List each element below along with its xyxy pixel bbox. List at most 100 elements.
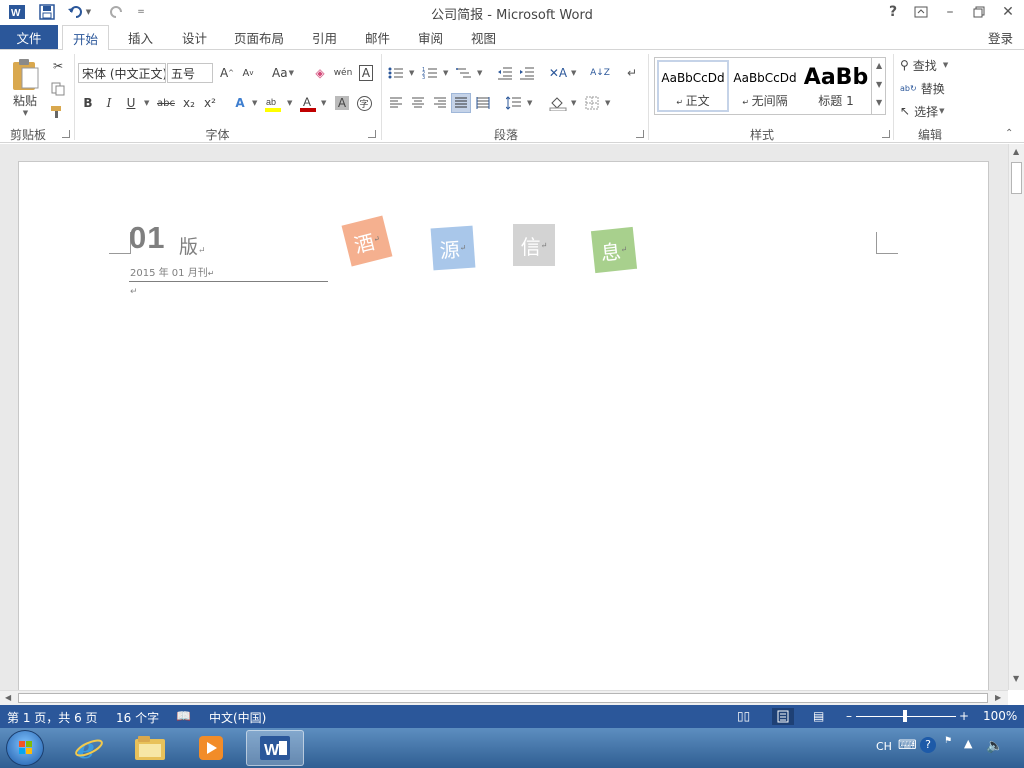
tab-file[interactable]: 文件 (0, 25, 58, 49)
chevron-down-icon[interactable]: ▼ (443, 69, 448, 77)
style-heading-1[interactable]: AaBb 标题 1 (801, 60, 871, 112)
align-center-icon[interactable] (408, 93, 428, 113)
start-button[interactable] (6, 730, 44, 766)
sort-icon[interactable]: A↓Z (590, 63, 610, 83)
bullets-icon[interactable] (386, 63, 406, 83)
proofing-icon[interactable]: 📖 (176, 709, 191, 723)
more-styles-icon[interactable]: ▼ (876, 98, 882, 107)
chevron-down-icon[interactable]: ▼ (144, 99, 149, 107)
text-effects-icon[interactable]: A (230, 93, 250, 113)
help-button[interactable]: ? (880, 2, 906, 22)
print-layout-icon[interactable] (772, 708, 794, 725)
zoom-out-icon[interactable]: – (846, 709, 852, 723)
chevron-down-icon[interactable]: ▼ (527, 99, 532, 107)
line-spacing-icon[interactable] (504, 93, 524, 113)
zoom-slider-thumb[interactable] (903, 710, 907, 722)
grow-font-icon[interactable]: A ^ (217, 63, 237, 83)
asian-layout-icon[interactable]: ✕A (548, 63, 568, 83)
horizontal-scrollbar[interactable]: ◀ ▶ (0, 690, 1008, 705)
numbering-icon[interactable]: 123 (420, 63, 440, 83)
scroll-down-icon[interactable]: ▼ (876, 80, 882, 89)
strikethrough-button[interactable]: abc (153, 93, 179, 113)
tab-references[interactable]: 引用 (302, 25, 347, 49)
tab-review[interactable]: 审阅 (408, 25, 453, 49)
font-launcher-icon[interactable] (368, 130, 376, 138)
chevron-down-icon[interactable]: ▼ (409, 69, 414, 77)
show-hidden-icons[interactable]: ▲ (964, 737, 972, 750)
font-color-icon[interactable]: A (298, 93, 318, 113)
web-layout-icon[interactable]: ▤ (813, 709, 824, 723)
bold-button[interactable]: B (78, 93, 98, 113)
zoom-level[interactable]: 100% (983, 709, 1017, 723)
justify-icon[interactable] (451, 93, 471, 113)
tab-page-layout[interactable]: 页面布局 (224, 25, 294, 49)
read-mode-icon[interactable]: ▯▯ (737, 709, 750, 723)
file-explorer-icon[interactable] (121, 730, 179, 766)
style-no-spacing[interactable]: AaBbCcDd ↵ 无间隔 (729, 60, 801, 112)
select-button[interactable]: ↖ 选择 ▼ (900, 101, 944, 121)
chevron-down-icon[interactable]: ▼ (321, 99, 326, 107)
shrink-font-icon[interactable]: Av (238, 63, 258, 83)
media-player-icon[interactable] (182, 730, 240, 766)
word-taskbar-icon[interactable]: W (246, 730, 304, 766)
distributed-icon[interactable] (473, 93, 493, 113)
zoom-in-icon[interactable]: + (959, 709, 969, 723)
ribbon-display-options-button[interactable] (908, 2, 934, 22)
highlight-color-icon[interactable]: ab (263, 93, 283, 113)
style-normal[interactable]: AaBbCcDd ↵ 正文 (657, 60, 729, 112)
align-left-icon[interactable] (386, 93, 406, 113)
format-painter-icon[interactable] (48, 102, 68, 122)
character-shading-icon[interactable]: A (332, 93, 352, 113)
scroll-thumb[interactable] (18, 693, 988, 703)
tab-home[interactable]: 开始 (62, 25, 110, 50)
subscript-button[interactable]: x₂ (179, 93, 199, 113)
underline-button[interactable]: U (121, 93, 141, 113)
clear-formatting-icon[interactable]: ◈ (310, 63, 330, 83)
show-formatting-marks-icon[interactable]: ↵ (622, 63, 642, 83)
page-count[interactable]: 第 1 页，共 6 页 (7, 709, 98, 726)
chevron-down-icon[interactable]: ▼ (605, 99, 610, 107)
paragraph-launcher-icon[interactable] (636, 130, 644, 138)
volume-icon[interactable]: 🔈 (986, 738, 1003, 754)
borders-icon[interactable] (582, 93, 602, 113)
scroll-right-icon[interactable]: ▶ (995, 693, 1001, 702)
superscript-button[interactable]: x² (200, 93, 220, 113)
copy-icon[interactable] (48, 79, 68, 99)
scroll-left-icon[interactable]: ◀ (5, 693, 11, 702)
language[interactable]: 中文(中国) (209, 709, 266, 726)
scroll-down-icon[interactable]: ▼ (1013, 674, 1019, 683)
find-button[interactable]: ⚲ 查找 ▼ (900, 55, 948, 75)
increase-indent-icon[interactable] (517, 63, 537, 83)
restore-button[interactable] (966, 2, 992, 22)
replace-button[interactable]: ab↻ 替换 (900, 78, 945, 98)
phonetic-guide-button[interactable]: wén (333, 63, 353, 83)
paste-button[interactable]: 粘贴 ▼ (6, 54, 44, 120)
font-size-combo[interactable]: 五号 (167, 63, 213, 83)
decrease-indent-icon[interactable] (495, 63, 515, 83)
internet-explorer-icon[interactable]: e (60, 730, 118, 766)
chevron-down-icon[interactable]: ▼ (571, 99, 576, 107)
input-language[interactable]: CH (876, 740, 892, 753)
tab-view[interactable]: 视图 (461, 25, 506, 49)
tab-mailings[interactable]: 邮件 (355, 25, 400, 49)
flag-icon[interactable]: ⚑ (944, 736, 952, 746)
vertical-scrollbar[interactable]: ▲ ▼ (1008, 144, 1024, 690)
enclose-characters-icon[interactable]: 字 (354, 93, 374, 113)
change-case-button[interactable]: Aa ▼ (268, 63, 298, 83)
chevron-down-icon[interactable]: ▼ (571, 69, 576, 77)
close-button[interactable]: ✕ (995, 2, 1021, 22)
multilevel-list-icon[interactable] (454, 63, 474, 83)
scroll-thumb[interactable] (1011, 162, 1022, 194)
tab-design[interactable]: 设计 (172, 25, 217, 49)
clipboard-launcher-icon[interactable] (62, 130, 70, 138)
help-icon[interactable]: ? (920, 737, 936, 753)
italic-button[interactable]: I (99, 93, 119, 113)
shading-icon[interactable] (548, 93, 568, 113)
font-name-combo[interactable]: 宋体 (中文正文) (78, 63, 166, 83)
signin-link[interactable]: 登录 (988, 25, 1013, 49)
align-right-icon[interactable] (430, 93, 450, 113)
word-count[interactable]: 16 个字 (116, 709, 159, 726)
chevron-down-icon[interactable]: ▼ (252, 99, 257, 107)
minimize-button[interactable]: – (937, 2, 963, 22)
scroll-up-icon[interactable]: ▲ (1013, 147, 1019, 156)
